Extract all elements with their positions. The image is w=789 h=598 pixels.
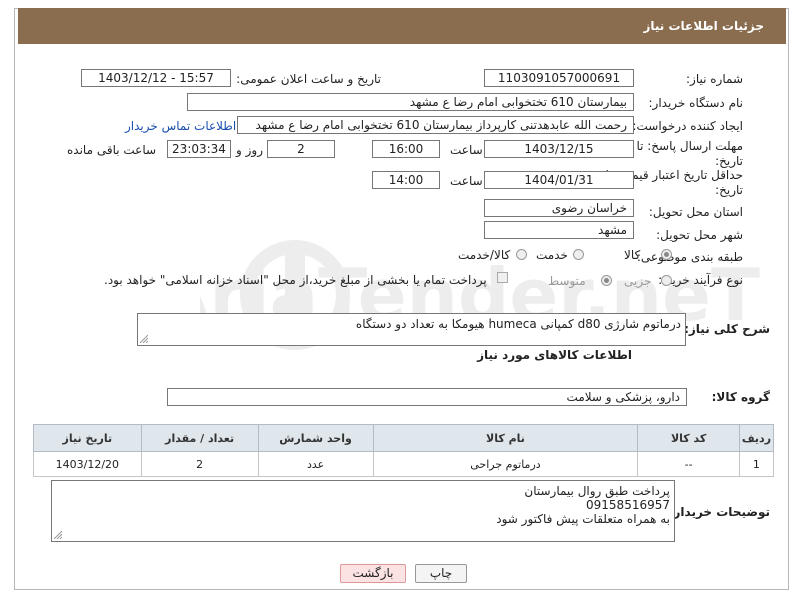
items-table-header: ردیف کد کالا نام کالا واحد شمارش تعداد /… <box>33 424 775 452</box>
cell-row: 1 <box>738 451 775 477</box>
buyer-org-label: نام دستگاه خریدار: <box>648 96 744 110</box>
col-row: ردیف <box>738 424 775 452</box>
category-radio-service[interactable] <box>573 249 584 260</box>
days-field: 2 <box>267 140 335 158</box>
buyer-notes-line-3: به همراه متعلقات پیش فاکتور شود <box>496 512 670 526</box>
table-row: 1 -- درماتوم جراحی عدد 2 1403/12/20 <box>33 451 775 477</box>
cell-date: 1403/12/20 <box>33 451 142 477</box>
category-radio-goods[interactable] <box>661 249 672 260</box>
deadline-date-field: 1403/12/15 <box>484 140 634 158</box>
buyer-org-field: بیمارستان 610 تختخوابی امام رضا ع مشهد <box>187 93 634 111</box>
announce-label: تاریخ و ساعت اعلان عمومی: <box>236 72 381 86</box>
description-textarea: درماتوم شارژی d80 کمپانی humeca هیومکا ب… <box>137 313 686 346</box>
col-qty: تعداد / مقدار <box>140 424 259 452</box>
announce-field: 1403/12/12 - 15:57 <box>81 69 231 87</box>
buyer-notes-label: توضیحات خریدار: <box>668 505 770 519</box>
goods-info-title: اطلاعات کالاهای مورد نیاز <box>477 348 632 362</box>
resize-grip-icon <box>140 335 148 343</box>
need-number-field: 1103091057000691 <box>484 69 634 87</box>
validity-date-field: 1404/01/31 <box>484 171 634 189</box>
category-label: طبقه بندی موضوعی: <box>636 250 743 264</box>
days-label: روز و <box>236 143 263 157</box>
items-table: ردیف کد کالا نام کالا واحد شمارش تعداد /… <box>33 424 775 477</box>
page-header: جزئیات اطلاعات نیاز <box>18 8 786 44</box>
buyer-notes-textarea: پرداخت طبق روال بیمارستان 09158516957 به… <box>51 480 675 542</box>
validity-label-2: تاریخ: <box>715 183 743 197</box>
creator-label: ایجاد کننده درخواست: <box>632 119 743 133</box>
creator-field: رحمت الله عابدهدتنی کارپرداز بیمارستان 6… <box>237 116 634 134</box>
treasury-payment-note: پرداخت تمام یا بخشی از مبلغ خرید،از محل … <box>104 273 487 287</box>
goods-group-label: گروه کالا: <box>711 390 770 404</box>
city-field: مشهد <box>484 221 634 239</box>
resize-grip-icon <box>54 531 62 539</box>
cell-unit: عدد <box>257 451 374 477</box>
category-radio-goods-service[interactable] <box>516 249 527 260</box>
col-unit: واحد شمارش <box>257 424 374 452</box>
remaining-time-field: 23:03:34 <box>167 140 231 158</box>
need-number-label: شماره نیاز: <box>686 72 743 86</box>
page-title: جزئیات اطلاعات نیاز <box>643 19 764 33</box>
purchase-radio-minor[interactable] <box>661 275 672 286</box>
description-label: شرح کلی نیاز: <box>684 322 770 336</box>
treasury-payment-checkbox[interactable] <box>497 272 508 283</box>
purchase-option-minor: جزیی <box>624 274 652 288</box>
category-option-service: خدمت <box>536 248 568 262</box>
cell-qty: 2 <box>140 451 259 477</box>
remaining-label: ساعت باقی مانده <box>67 143 157 157</box>
deadline-label-1: مهلت ارسال پاسخ: تا <box>636 139 743 153</box>
deadline-time-label: ساعت <box>450 143 483 157</box>
deadline-label-2: تاریخ: <box>715 154 743 168</box>
description-text: درماتوم شارژی d80 کمپانی humeca هیومکا ب… <box>355 317 681 331</box>
cell-name: درماتوم جراحی <box>372 451 639 477</box>
purchase-option-medium: متوسط <box>548 274 586 288</box>
category-option-goods: کالا <box>624 248 641 262</box>
col-date: تاریخ نیاز <box>33 424 142 452</box>
buyer-notes-line-1: پرداخت طبق روال بیمارستان <box>524 484 670 498</box>
col-name: نام کالا <box>372 424 639 452</box>
print-button[interactable]: چاپ <box>415 564 467 583</box>
deadline-time-field: 16:00 <box>372 140 440 158</box>
buyer-notes-line-2: 09158516957 <box>586 498 670 512</box>
col-code: کد کالا <box>637 424 740 452</box>
province-label: استان محل تحویل: <box>648 205 743 219</box>
category-option-goods-service: کالا/خدمت <box>458 248 511 262</box>
contact-info-link[interactable]: اطلاعات تماس خریدار <box>125 119 236 133</box>
province-field: خراسان رضوی <box>484 199 634 217</box>
back-button[interactable]: بازگشت <box>340 564 406 583</box>
purchase-radio-medium[interactable] <box>601 275 612 286</box>
city-label: شهر محل تحویل: <box>656 228 743 242</box>
validity-time-field: 14:00 <box>372 171 440 189</box>
validity-time-label: ساعت <box>450 174 483 188</box>
goods-group-field: دارو، پزشکی و سلامت <box>167 388 687 406</box>
cell-code: -- <box>637 451 740 477</box>
